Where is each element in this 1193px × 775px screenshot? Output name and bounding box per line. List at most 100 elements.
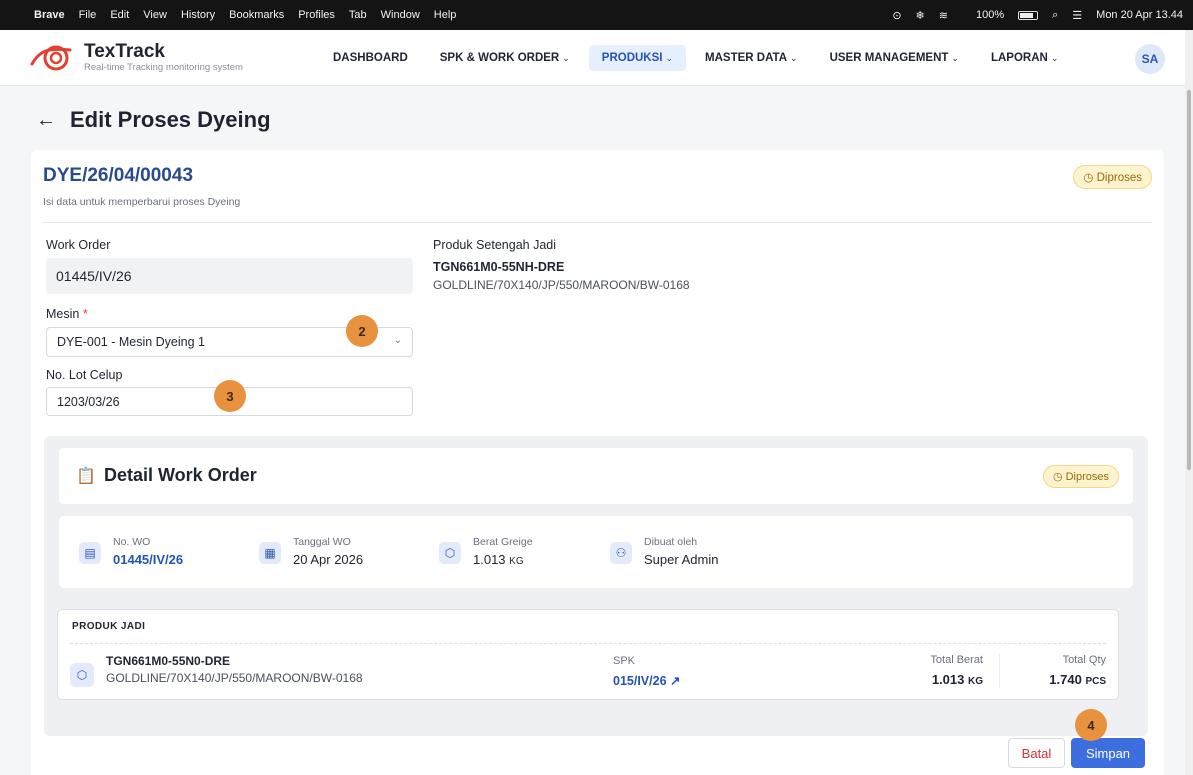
stat-berat-greige-value: 1.013 xyxy=(473,552,506,567)
stat-dibuat-oleh: ⚇ Dibuat oleh Super Admin xyxy=(610,536,718,567)
status-badge: ◷ Diproses xyxy=(1073,165,1152,189)
os-menubar: Brave File Edit View History Bookmarks P… xyxy=(0,0,1193,30)
menu-app-name[interactable]: Brave xyxy=(34,9,65,21)
clock-icon: ◷ xyxy=(1052,471,1066,483)
nav-dashboard[interactable]: DASHBOARD xyxy=(320,45,421,71)
produk-jadi-divider xyxy=(70,643,1106,644)
mesin-selected-value: DYE-001 - Mesin Dyeing 1 xyxy=(57,335,205,349)
chevron-down-icon: ⌄ xyxy=(665,52,674,63)
menu-file[interactable]: File xyxy=(79,9,97,21)
total-berat-value: 1.013 xyxy=(931,672,965,687)
stat-berat-greige-unit: KG xyxy=(509,556,524,567)
nav-laporan-label: LAPORAN xyxy=(990,51,1048,64)
produk-jadi-desc: GOLDLINE/70X140/JP/550/MAROON/BW-0168 xyxy=(106,671,363,685)
page-scrollbar-thumb[interactable] xyxy=(1187,90,1191,470)
menubar-clock[interactable]: Mon 20 Apr 13.44 xyxy=(1096,9,1183,21)
step-marker-3: 3 xyxy=(214,380,246,412)
work-order-label: Work Order xyxy=(46,238,111,252)
cancel-button[interactable]: Batal xyxy=(1008,738,1065,768)
record-code: DYE/26/04/00043 xyxy=(43,165,194,186)
save-button[interactable]: Simpan xyxy=(1071,738,1145,768)
nav-produksi[interactable]: PRODUKSI ⌄ xyxy=(588,44,687,71)
battery-icon xyxy=(1018,10,1039,20)
stat-no-wo-label: No. WO xyxy=(113,536,151,548)
mesin-label-text: Mesin xyxy=(46,307,80,321)
battery-indicator[interactable]: 100% xyxy=(962,9,1039,21)
page-title: Edit Proses Dyeing xyxy=(70,107,271,132)
produk-setengah-jadi-code: TGN661M0-55NH-DRE xyxy=(433,260,565,274)
spk-link[interactable]: 015/IV/26 ↗ xyxy=(613,673,680,688)
chevron-down-icon: ⌄ xyxy=(1050,52,1059,63)
calendar-icon: ▦ xyxy=(259,542,281,564)
main-nav: DASHBOARD SPK & WORK ORDER ⌄ PRODUKSI ⌄ MA… xyxy=(320,44,1077,71)
menu-bookmarks[interactable]: Bookmarks xyxy=(229,9,284,21)
stat-tanggal-wo: ▦ Tanggal WO 20 Apr 2026 xyxy=(259,536,363,567)
menu-help[interactable]: Help xyxy=(434,9,457,21)
wifi-icon[interactable]: ≋ xyxy=(939,9,948,22)
stat-dibuat-oleh-value: Super Admin xyxy=(644,552,719,567)
required-mark: * xyxy=(82,307,88,321)
page-header: ← Edit Proses Dyeing xyxy=(36,107,271,133)
stat-tanggal-wo-label: Tanggal WO xyxy=(293,536,351,548)
box-icon: ⬡ xyxy=(439,542,461,564)
nav-user-management-label: USER MANAGEMENT xyxy=(829,51,949,64)
user-avatar[interactable]: SA xyxy=(1135,44,1165,74)
column-separator xyxy=(999,654,1000,688)
menu-edit[interactable]: Edit xyxy=(110,9,129,21)
chevron-down-icon: ⌄ xyxy=(562,52,570,63)
textrack-logo-icon xyxy=(30,45,72,70)
stat-berat-greige-label: Berat Greige xyxy=(473,536,533,548)
box-icon: ⬡ xyxy=(70,663,94,687)
nav-user-management[interactable]: USER MANAGEMENT ⌄ xyxy=(817,45,972,71)
step-marker-2: 2 xyxy=(346,315,378,347)
lot-label: No. Lot Celup xyxy=(46,368,123,382)
work-order-status-badge: ◷ Diproses xyxy=(1042,465,1119,488)
menu-window[interactable]: Window xyxy=(381,9,420,21)
produk-jadi-header: PRODUK JADI xyxy=(72,621,146,632)
stat-dibuat-oleh-label: Dibuat oleh xyxy=(644,536,698,548)
produk-jadi-box: PRODUK JADI ⬡ TGN661M0-55N0-DRE GOLDLINE… xyxy=(57,609,1119,700)
play-icon[interactable]: ⊙ xyxy=(892,9,901,22)
spotlight-search-icon[interactable]: ⌕ xyxy=(1052,9,1058,22)
nav-produksi-label: PRODUKSI xyxy=(601,51,663,64)
brand-logo[interactable]: TexTrack Real-time Tracking monitoring s… xyxy=(30,40,320,76)
work-order-stats: ▤ No. WO 01445/IV/26 ▦ Tanggal WO 20 Apr… xyxy=(59,516,1133,588)
nav-master-data-label: MASTER DATA xyxy=(705,51,788,64)
total-qty-label: Total Qty xyxy=(1062,654,1106,666)
stat-no-wo-value[interactable]: 01445/IV/26 xyxy=(113,552,183,567)
header-divider xyxy=(43,222,1152,223)
brand-tagline: Real-time Tracking monitoring system xyxy=(84,62,243,73)
total-berat-label: Total Berat xyxy=(930,654,983,666)
nav-spk-label: SPK & WORK ORDER xyxy=(439,51,560,64)
chevron-down-icon: ⌄ xyxy=(951,52,959,63)
nav-laporan[interactable]: LAPORAN ⌄ xyxy=(978,45,1071,71)
work-order-detail-panel: 📋 Detail Work Order ◷ Diproses ▤ No. WO … xyxy=(44,436,1148,736)
spk-label: SPK xyxy=(613,655,636,667)
clock-icon: ◷ xyxy=(1083,172,1097,184)
stat-no-wo: ▤ No. WO 01445/IV/26 xyxy=(79,536,183,567)
produk-setengah-jadi-label: Produk Setengah Jadi xyxy=(433,238,557,252)
menu-tab[interactable]: Tab xyxy=(349,9,367,21)
stat-tanggal-wo-value: 20 Apr 2026 xyxy=(293,552,364,567)
nav-master-data[interactable]: MASTER DATA ⌄ xyxy=(692,45,811,71)
nav-spk-work-order[interactable]: SPK & WORK ORDER ⌄ xyxy=(427,45,583,71)
menu-view[interactable]: View xyxy=(143,9,167,21)
chevron-down-icon: ⌄ xyxy=(790,52,798,63)
chevron-down-icon: ⌄ xyxy=(393,335,402,346)
nav-dashboard-label: DASHBOARD xyxy=(333,51,408,64)
work-order-detail-header: 📋 Detail Work Order ◷ Diproses xyxy=(59,448,1133,504)
back-arrow-icon[interactable]: ← xyxy=(36,109,56,132)
work-order-detail-title: Detail Work Order xyxy=(104,465,257,485)
mesin-label: Mesin * xyxy=(46,307,88,321)
user-icon: ⚇ xyxy=(610,542,632,564)
menu-profiles[interactable]: Profiles xyxy=(298,9,335,21)
battery-percent: 100% xyxy=(975,9,1005,21)
app-top-nav: TexTrack Real-time Tracking monitoring s… xyxy=(0,30,1185,86)
work-order-status-label: Diproses xyxy=(1065,471,1109,483)
control-center-icon[interactable]: ☰ xyxy=(1072,9,1082,22)
work-order-field: 01445/IV/26 xyxy=(46,258,413,294)
snowflake-icon[interactable]: ❄ xyxy=(916,9,925,22)
total-berat: Total Berat 1.013 KG xyxy=(878,654,983,687)
menu-history[interactable]: History xyxy=(181,9,215,21)
total-qty: Total Qty 1.740 PCS xyxy=(1008,654,1106,687)
